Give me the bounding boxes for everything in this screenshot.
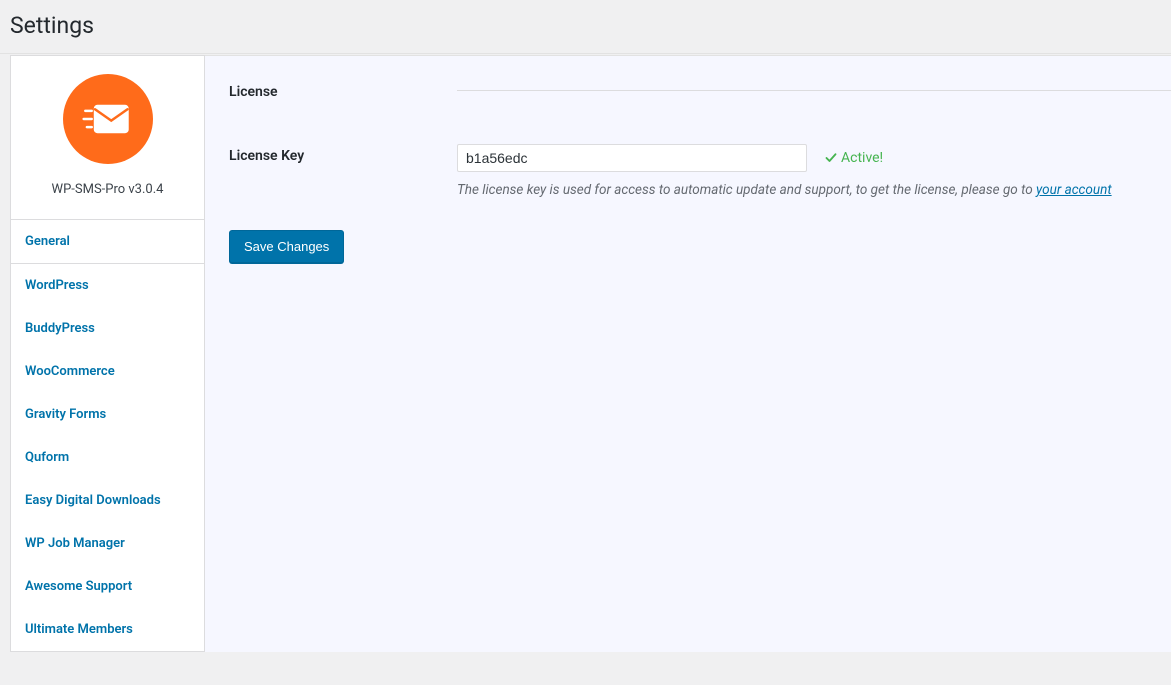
sidebar: WP-SMS-Pro v3.0.4 GeneralWordPressBuddyP… <box>10 55 205 652</box>
tab-easy-digital-downloads[interactable]: Easy Digital Downloads <box>11 479 204 522</box>
actions-row: Save Changes <box>229 230 1171 263</box>
tab-buddypress[interactable]: BuddyPress <box>11 307 204 350</box>
tab-woocommerce[interactable]: WooCommerce <box>11 350 204 393</box>
license-key-label: License Key <box>229 144 457 164</box>
license-section-label: License <box>229 80 457 100</box>
plugin-name: WP-SMS-Pro v3.0.4 <box>21 182 194 197</box>
page-title: Settings <box>10 12 1161 39</box>
settings-content: License License Key Active! Th <box>205 55 1171 652</box>
tab-quform[interactable]: Quform <box>11 436 204 479</box>
license-help-text: The license key is used for access to au… <box>457 182 1171 198</box>
tab-awesome-support[interactable]: Awesome Support <box>11 565 204 608</box>
license-status-text: Active! <box>841 150 883 166</box>
tab-wp-job-manager[interactable]: WP Job Manager <box>11 522 204 565</box>
tab-general[interactable]: General <box>11 220 204 264</box>
license-status: Active! <box>825 150 883 166</box>
plugin-card: WP-SMS-Pro v3.0.4 <box>10 55 205 220</box>
save-changes-button[interactable]: Save Changes <box>229 230 344 263</box>
tab-gravity-forms[interactable]: Gravity Forms <box>11 393 204 436</box>
your-account-link[interactable]: your account <box>1036 182 1112 198</box>
plugin-icon <box>63 74 153 164</box>
tab-ultimate-members[interactable]: Ultimate Members <box>11 608 204 651</box>
section-divider <box>457 90 1171 91</box>
settings-wrap: WP-SMS-Pro v3.0.4 GeneralWordPressBuddyP… <box>0 55 1171 652</box>
page-header: Settings <box>0 0 1171 54</box>
license-section-divider-wrap <box>457 80 1171 91</box>
envelope-icon <box>82 93 134 145</box>
settings-tabs: GeneralWordPressBuddyPressWooCommerceGra… <box>10 220 205 652</box>
license-key-field: Active! The license key is used for acce… <box>457 144 1171 198</box>
license-section-row: License <box>229 80 1171 100</box>
license-help-prefix: The license key is used for access to au… <box>457 182 1036 198</box>
license-key-input[interactable] <box>457 144 807 172</box>
tab-wordpress[interactable]: WordPress <box>11 264 204 307</box>
license-key-row: License Key Active! The license key is u… <box>229 144 1171 198</box>
check-icon <box>825 152 837 164</box>
